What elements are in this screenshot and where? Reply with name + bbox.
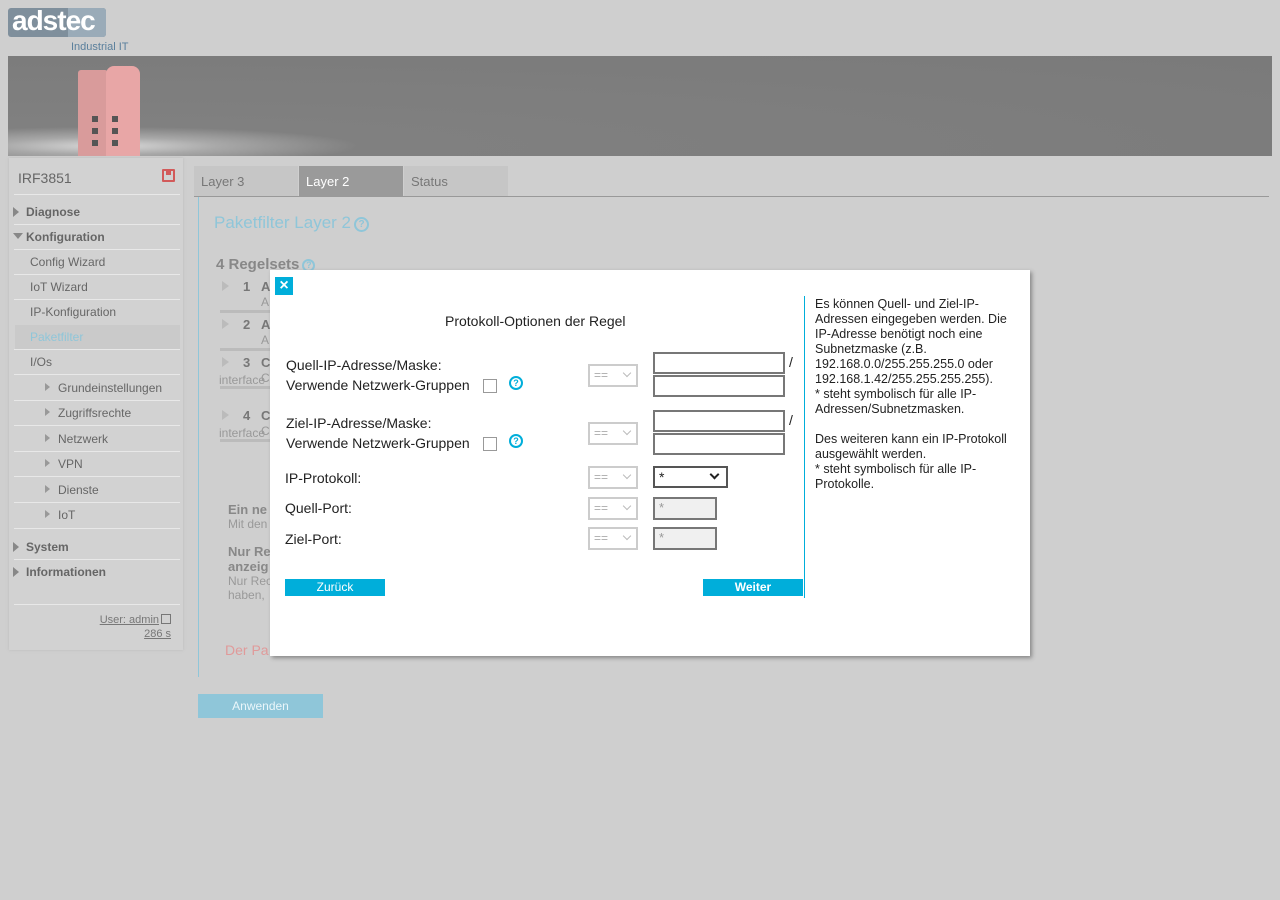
- source-mask-input[interactable]: [653, 375, 785, 397]
- expand-icon: [13, 567, 19, 577]
- device-name: IRF3851: [18, 170, 72, 186]
- sidebar-item-ip-konfiguration[interactable]: IP-Konfiguration: [30, 305, 116, 319]
- help-icon[interactable]: ?: [509, 376, 523, 390]
- sidebar-item-config-wizard[interactable]: Config Wizard: [30, 255, 105, 269]
- back-button[interactable]: Zurück: [285, 579, 385, 596]
- dest-mask-input[interactable]: [653, 433, 785, 455]
- sidebar-item-grundeinstellungen[interactable]: Grundeinstellungen: [58, 381, 162, 395]
- sidebar-item-zugriffsrechte[interactable]: Zugriffsrechte: [58, 406, 131, 420]
- expand-icon: [45, 485, 50, 493]
- dest-port-operator-select[interactable]: ==: [588, 527, 638, 550]
- sidebar-item-informationen[interactable]: Informationen: [26, 565, 106, 579]
- collapse-icon: [13, 233, 23, 239]
- warning-text: Der Pa: [225, 642, 269, 658]
- source-port-label: Quell-Port:: [285, 500, 352, 516]
- close-icon[interactable]: ×: [275, 277, 293, 295]
- ip-protocol-select[interactable]: *: [653, 466, 728, 488]
- expand-icon: [45, 383, 50, 391]
- slash-separator: /: [789, 412, 793, 428]
- source-ip-operator-select[interactable]: ==: [588, 364, 638, 387]
- protocol-options-dialog: × Protokoll-Optionen der Regel Quell-IP-…: [270, 270, 1030, 656]
- expand-icon: [45, 459, 50, 467]
- expand-icon: [45, 408, 50, 416]
- sidebar-item-konfiguration[interactable]: Konfiguration: [26, 230, 105, 244]
- sidebar-item-vpn[interactable]: VPN: [58, 457, 83, 471]
- tab-layer-3[interactable]: Layer 3: [194, 166, 298, 196]
- source-ip-input[interactable]: [653, 352, 785, 374]
- next-button[interactable]: Weiter: [703, 579, 803, 596]
- sidebar-item-netzwerk[interactable]: Netzwerk: [58, 432, 108, 446]
- source-ip-label: Quell-IP-Adresse/Maske:: [286, 357, 442, 373]
- expand-icon: [13, 542, 19, 552]
- device-image: [78, 66, 142, 156]
- sidebar-item-iot-wizard[interactable]: IoT Wizard: [30, 280, 88, 294]
- user-link[interactable]: User: admin: [100, 614, 171, 626]
- save-icon[interactable]: [162, 169, 175, 182]
- source-port-operator-select[interactable]: ==: [588, 497, 638, 520]
- dialog-divider: [804, 296, 805, 598]
- sidebar-item-paketfilter[interactable]: Paketfilter: [30, 330, 83, 344]
- dialog-help-text: Es können Quell- und Ziel-IP-Adressen ei…: [815, 297, 1007, 491]
- dest-ip-label: Ziel-IP-Adresse/Maske:: [286, 415, 432, 431]
- sidebar-item-system[interactable]: System: [26, 540, 69, 554]
- source-use-groups-checkbox[interactable]: [483, 379, 497, 393]
- sidebar-item-diagnose[interactable]: Diagnose: [26, 205, 80, 219]
- help-icon[interactable]: ?: [354, 217, 370, 232]
- header-banner: [8, 56, 1272, 156]
- dest-use-groups-checkbox[interactable]: [483, 437, 497, 451]
- tab-layer-2[interactable]: Layer 2: [299, 166, 403, 196]
- sidebar-item-dienste[interactable]: Dienste: [58, 483, 99, 497]
- sidebar-item-ios[interactable]: I/Os: [30, 355, 52, 369]
- expand-icon: [45, 434, 50, 442]
- source-port-input[interactable]: *: [653, 497, 717, 520]
- logo: adstec Industrial IT: [8, 8, 138, 56]
- session-timer: 286 s: [144, 628, 171, 640]
- source-use-groups-label: Verwende Netzwerk-Gruppen: [286, 377, 470, 393]
- help-icon[interactable]: ?: [509, 434, 523, 448]
- dest-port-input[interactable]: *: [653, 527, 717, 550]
- logout-icon[interactable]: [161, 614, 171, 624]
- dest-ip-operator-select[interactable]: ==: [588, 422, 638, 445]
- page-title: Paketfilter Layer 2?: [214, 213, 370, 233]
- apply-button[interactable]: Anwenden: [198, 694, 323, 718]
- expand-icon: [45, 510, 50, 518]
- sidebar-item-iot[interactable]: IoT: [58, 508, 75, 522]
- ip-protocol-operator-select[interactable]: ==: [588, 466, 638, 489]
- logo-subtitle: Industrial IT: [71, 41, 129, 53]
- sidebar: IRF3851 Diagnose Konfiguration Config Wi…: [9, 158, 183, 650]
- slash-separator: /: [789, 354, 793, 370]
- ip-protocol-label: IP-Protokoll:: [285, 470, 362, 486]
- tab-status[interactable]: Status: [404, 166, 508, 196]
- dest-ip-input[interactable]: [653, 410, 785, 432]
- dest-port-label: Ziel-Port:: [285, 531, 342, 547]
- dest-use-groups-label: Verwende Netzwerk-Gruppen: [286, 435, 470, 451]
- expand-icon: [13, 207, 19, 217]
- dialog-title: Protokoll-Optionen der Regel: [445, 313, 626, 329]
